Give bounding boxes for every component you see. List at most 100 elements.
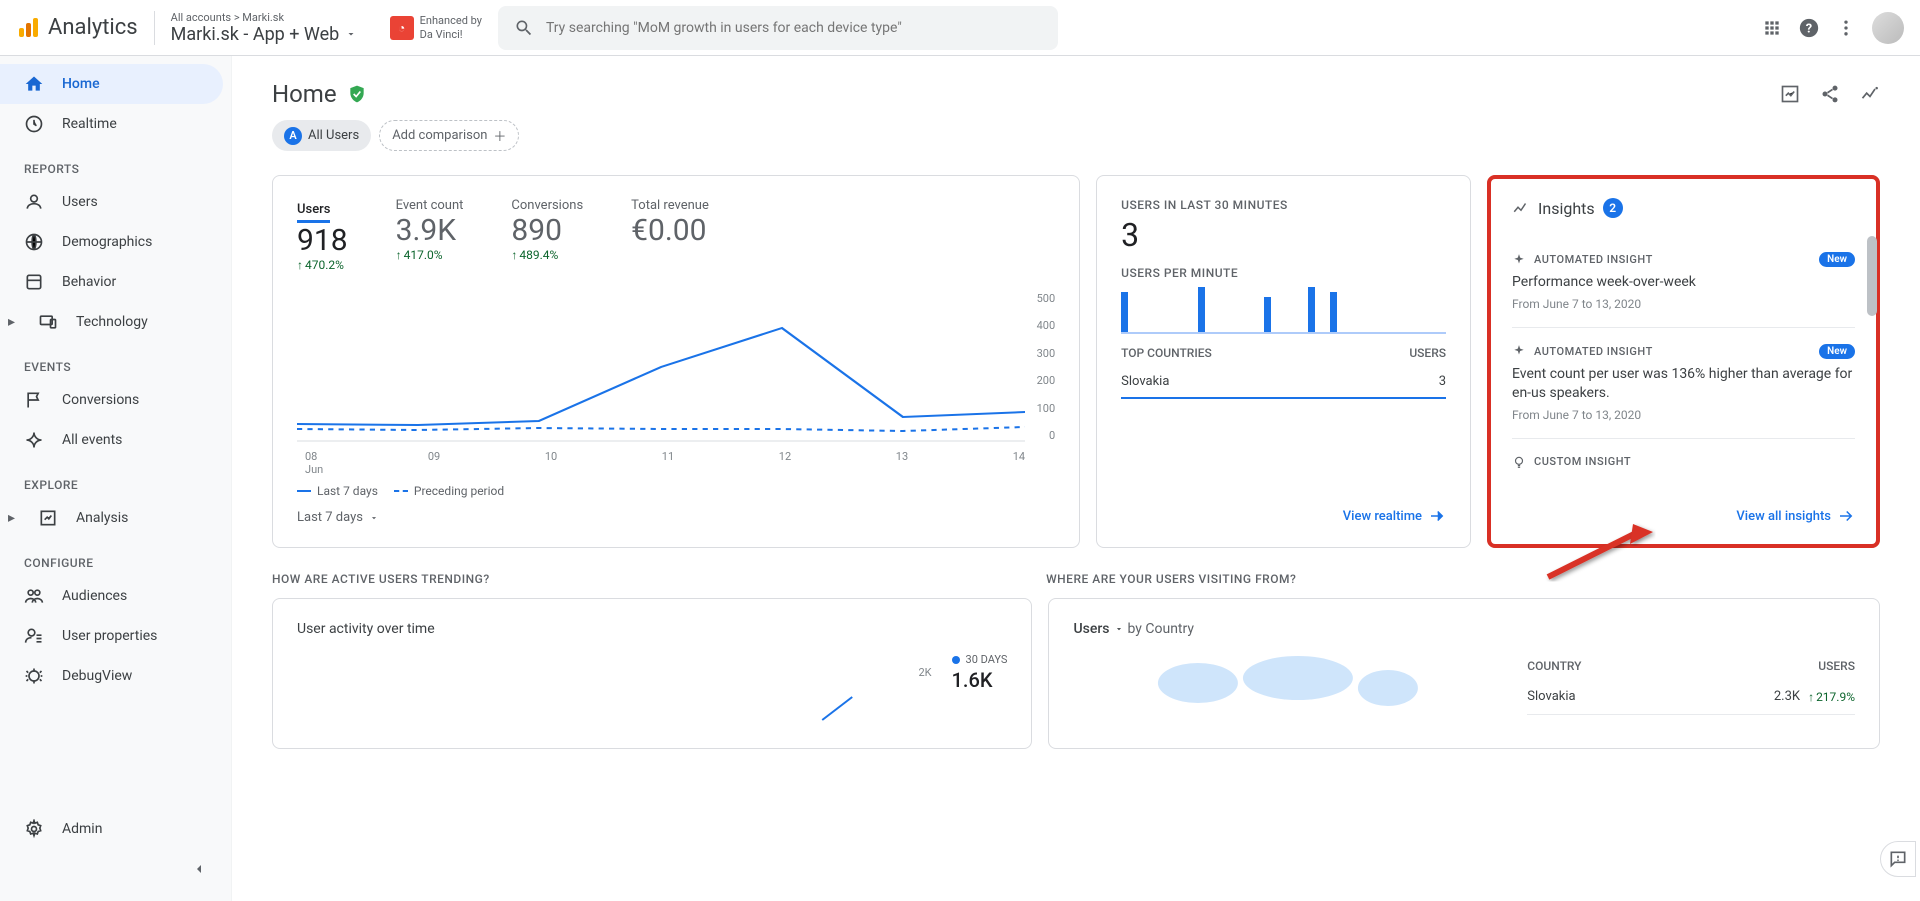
user-props-icon [24,626,44,646]
view-realtime-link[interactable]: View realtime [1121,491,1446,525]
metric-users[interactable]: Users 918 ↑470.2% [297,198,348,272]
arrow-right-icon [1428,507,1446,525]
date-range-dropdown[interactable]: Last 7 days [297,510,1055,525]
gear-icon [24,819,44,839]
nav-admin[interactable]: Admin [0,809,223,849]
caret-down-icon [369,513,379,523]
analysis-icon [38,508,58,528]
world-map [1073,653,1503,713]
insights-count-badge: 2 [1603,198,1623,218]
arrow-up-icon: ↑ [1808,690,1814,704]
feedback-button[interactable] [1880,841,1916,877]
chip-badge: A [284,127,302,145]
nav-conversions[interactable]: Conversions [0,380,223,420]
section-events: EVENTS [0,342,231,380]
search-bar[interactable] [498,6,1058,50]
user-activity-card: User activity over time 2K 30 DAYS 1.6K [272,598,1032,749]
chip-add-comparison[interactable]: Add comparison ＋ [379,120,519,151]
activity-line-chart [297,692,1007,722]
nav-analysis[interactable]: ▸ Analysis [0,498,223,538]
section-header: WHERE ARE YOUR USERS VISITING FROM? [1046,572,1880,586]
chip-all-users[interactable]: A All Users [272,120,371,151]
metric-dropdown[interactable]: Users [1073,621,1123,637]
flag-icon [24,390,44,410]
chevron-right-icon: ▸ [8,314,20,330]
verified-shield-icon [347,82,367,106]
nav-all-events[interactable]: All events [0,420,223,460]
sidebar: Home Realtime REPORTS Users Demographics… [0,56,232,901]
insights-icon [1512,199,1530,217]
overview-card: Users 918 ↑470.2% Event count 3.9K ↑417.… [272,175,1080,548]
nav-technology[interactable]: ▸ Technology [0,302,223,342]
arrow-up-icon: ↑ [396,248,402,262]
users-per-minute-chart [1121,284,1446,334]
metric-event-count[interactable]: Event count 3.9K ↑417.0% [396,198,464,272]
brand-title: Analytics [48,15,138,40]
metric-conversions[interactable]: Conversions 890 ↑489.4% [511,198,583,272]
insights-spark-icon[interactable] [1860,84,1880,104]
analytics-logo-icon [16,16,40,40]
account-path: All accounts > Marki.sk [171,11,374,24]
device-icon [38,312,58,332]
share-icon[interactable] [1820,84,1840,104]
section-header: HOW ARE ACTIVE USERS TRENDING? [272,572,1030,586]
insight-item[interactable]: CUSTOM INSIGHT [1512,439,1855,491]
new-badge: New [1819,344,1855,359]
account-selector[interactable]: All accounts > Marki.sk Marki.sk - App +… [154,11,374,45]
sparkle-icon [1512,253,1526,267]
nav-demographics[interactable]: Demographics [0,222,223,262]
behavior-icon [24,272,44,292]
more-vert-icon[interactable] [1836,18,1856,38]
bug-icon [24,666,44,686]
page-title: Home [272,80,337,108]
search-input[interactable] [546,20,1042,36]
section-explore: EXPLORE [0,460,231,498]
davinci-icon: ◔ [390,16,414,40]
table-row[interactable]: Slovakia 2.3K↑217.9% [1527,679,1855,715]
feedback-icon [1888,849,1908,869]
user-icon [24,192,44,212]
user-avatar[interactable] [1872,12,1904,44]
realtime-card: USERS IN LAST 30 MINUTES 3 USERS PER MIN… [1096,175,1471,548]
top-bar: Analytics All accounts > Marki.sk Marki.… [0,0,1920,56]
account-name: Marki.sk - App + Web [171,24,340,45]
apps-icon[interactable] [1762,18,1782,38]
extension-badge[interactable]: ◔ Enhanced by Da Vinci! [390,14,482,40]
view-all-insights-link[interactable]: View all insights [1512,491,1855,525]
geo-card: Users by Country COUNTRYUSERS Slovakia 2… [1048,598,1880,749]
nav-realtime[interactable]: Realtime [0,104,223,144]
bulb-icon [1512,455,1526,469]
nav-debugview[interactable]: DebugView [0,656,223,696]
customize-icon[interactable] [1780,84,1800,104]
nav-audiences[interactable]: Audiences [0,576,223,616]
insights-card: Insights 2 AUTOMATED INSIGHT New Perform… [1487,175,1880,548]
nav-behavior[interactable]: Behavior [0,262,223,302]
arrow-up-icon: ↑ [511,248,517,262]
chevron-left-icon [191,861,207,877]
nav-user-properties[interactable]: User properties [0,616,223,656]
search-icon [514,18,534,38]
chevron-right-icon: ▸ [8,510,20,526]
section-configure: CONFIGURE [0,538,231,576]
enhanced-text: Enhanced by Da Vinci! [420,14,482,40]
caret-down-icon [1114,624,1124,634]
scrollbar[interactable] [1867,236,1877,316]
help-icon[interactable]: ? [1798,17,1820,39]
nav-users[interactable]: Users [0,182,223,222]
spark-icon [24,430,44,450]
insight-item[interactable]: AUTOMATED INSIGHT New Performance week-o… [1512,236,1855,328]
collapse-sidebar[interactable] [0,849,231,893]
nav-home[interactable]: Home [0,64,223,104]
main-content: Home A All Users Add comparison ＋ [232,56,1920,901]
new-badge: New [1819,252,1855,267]
svg-text:?: ? [1806,21,1812,36]
audiences-icon [24,586,44,606]
section-reports: REPORTS [0,144,231,182]
brand[interactable]: Analytics [16,15,138,40]
line-chart-svg [297,292,1025,442]
clock-icon [24,114,44,134]
insight-item[interactable]: AUTOMATED INSIGHT New Event count per us… [1512,328,1855,439]
plus-icon: ＋ [493,126,506,145]
home-icon [24,74,44,94]
metric-revenue[interactable]: Total revenue €0.00 [631,198,709,272]
